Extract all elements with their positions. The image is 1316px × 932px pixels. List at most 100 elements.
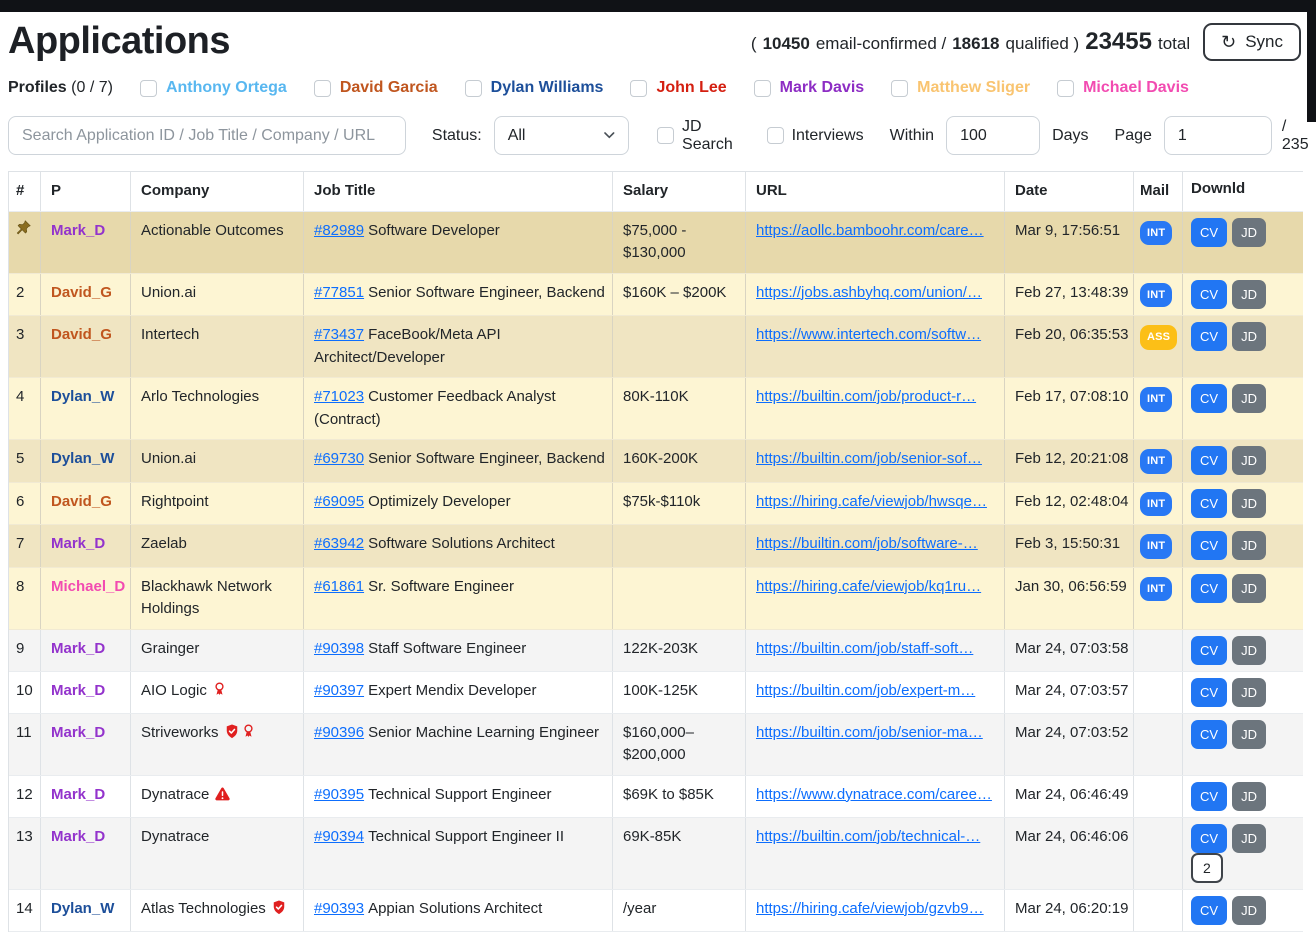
profile-tag[interactable]: Dylan_W — [51, 388, 114, 405]
pin-icon[interactable] — [16, 220, 31, 243]
cv-download-button[interactable]: CV — [1191, 720, 1227, 749]
profile-tag[interactable]: David_G — [51, 326, 112, 343]
job-id-link[interactable]: #90396 — [314, 724, 364, 741]
url-link[interactable]: https://builtin.com/job/senior-ma… — [756, 724, 983, 741]
sync-button[interactable]: ↻ Sync — [1203, 23, 1301, 61]
profile-tag[interactable]: Mark_D — [51, 640, 105, 657]
profile-tag[interactable]: Mark_D — [51, 828, 105, 845]
column-header-num[interactable]: # — [9, 172, 41, 211]
profile-tag[interactable]: Mark_D — [51, 682, 105, 699]
job-id-link[interactable]: #90397 — [314, 682, 364, 699]
jd-download-button[interactable]: JD — [1232, 678, 1266, 707]
profile-tag[interactable]: Mark_D — [51, 786, 105, 803]
url-link[interactable]: https://builtin.com/job/staff-soft… — [756, 640, 973, 657]
profile-name[interactable]: Matthew Sliger — [917, 79, 1030, 97]
jd-download-button[interactable]: JD — [1232, 782, 1266, 811]
status-select[interactable]: All — [494, 116, 629, 155]
profile-name[interactable]: Michael Davis — [1083, 79, 1189, 97]
jd-download-button[interactable]: JD — [1232, 574, 1266, 603]
cv-download-button[interactable]: CV — [1191, 218, 1227, 247]
column-header-jobtitle[interactable]: Job Title — [304, 172, 613, 211]
jd-download-button[interactable]: JD — [1232, 531, 1266, 560]
jd-download-button[interactable]: JD — [1232, 489, 1266, 518]
cv-download-button[interactable]: CV — [1191, 322, 1227, 351]
cv-download-button[interactable]: CV — [1191, 824, 1227, 853]
profile-name[interactable]: John Lee — [656, 79, 726, 97]
url-link[interactable]: https://www.intertech.com/softw… — [756, 326, 981, 343]
job-id-link[interactable]: #69730 — [314, 450, 364, 467]
profile-name[interactable]: Anthony Ortega — [166, 79, 287, 97]
cv-download-button[interactable]: CV — [1191, 678, 1227, 707]
job-id-link[interactable]: #90394 — [314, 828, 364, 845]
job-id-link[interactable]: #77851 — [314, 284, 364, 301]
cv-download-button[interactable]: CV — [1191, 446, 1227, 475]
column-header-url[interactable]: URL — [746, 172, 1005, 211]
jd-download-button[interactable]: JD — [1232, 322, 1266, 351]
profile-checkbox[interactable] — [754, 80, 771, 97]
search-input[interactable] — [8, 116, 406, 155]
job-id-link[interactable]: #61861 — [314, 578, 364, 595]
url-link[interactable]: https://builtin.com/job/expert-m… — [756, 682, 975, 699]
profile-tag[interactable]: Michael_D — [51, 578, 125, 595]
profile-name[interactable]: Mark Davis — [780, 79, 865, 97]
profile-checkbox[interactable] — [630, 80, 647, 97]
jd-download-button[interactable]: JD — [1232, 384, 1266, 413]
job-id-link[interactable]: #90398 — [314, 640, 364, 657]
url-link[interactable]: https://builtin.com/job/senior-sof… — [756, 450, 982, 467]
url-link[interactable]: https://hiring.cafe/viewjob/kq1ru… — [756, 578, 981, 595]
cv-download-button[interactable]: CV — [1191, 280, 1227, 309]
profile-tag[interactable]: David_G — [51, 284, 112, 301]
within-days-input[interactable] — [946, 116, 1040, 155]
url-link[interactable]: https://builtin.com/job/product-r… — [756, 388, 976, 405]
profile-tag[interactable]: Dylan_W — [51, 900, 114, 917]
profile-tag[interactable]: Mark_D — [51, 535, 105, 552]
profile-tag[interactable]: Dylan_W — [51, 450, 114, 467]
jd-search-checkbox[interactable] — [657, 127, 674, 144]
profile-checkbox[interactable] — [140, 80, 157, 97]
profile-checkbox[interactable] — [314, 80, 331, 97]
url-link[interactable]: https://aollc.bamboohr.com/care… — [756, 222, 984, 239]
profile-checkbox[interactable] — [1057, 80, 1074, 97]
profile-name[interactable]: Dylan Williams — [491, 79, 604, 97]
url-link[interactable]: https://hiring.cafe/viewjob/gzvb9… — [756, 900, 984, 917]
job-id-link[interactable]: #90395 — [314, 786, 364, 803]
column-header-profile[interactable]: P — [41, 172, 131, 211]
page-number-input[interactable] — [1164, 116, 1272, 155]
column-header-mail[interactable]: Mail — [1134, 172, 1183, 211]
cv-download-button[interactable]: CV — [1191, 489, 1227, 518]
jd-download-button[interactable]: JD — [1232, 636, 1266, 665]
cv-download-button[interactable]: CV — [1191, 531, 1227, 560]
job-id-link[interactable]: #69095 — [314, 493, 364, 510]
cv-download-button[interactable]: CV — [1191, 782, 1227, 811]
jd-download-button[interactable]: JD — [1232, 446, 1266, 475]
cv-download-button[interactable]: CV — [1191, 384, 1227, 413]
column-header-download[interactable]: Downld — [1183, 172, 1303, 211]
url-link[interactable]: https://jobs.ashbyhq.com/union/… — [756, 284, 982, 301]
profile-name[interactable]: David Garcia — [340, 79, 438, 97]
profile-checkbox[interactable] — [465, 80, 482, 97]
scrollbar-thumb[interactable] — [1307, 0, 1316, 122]
column-header-salary[interactable]: Salary — [613, 172, 746, 211]
profile-tag[interactable]: Mark_D — [51, 222, 105, 239]
job-id-link[interactable]: #82989 — [314, 222, 364, 239]
job-id-link[interactable]: #90393 — [314, 900, 364, 917]
cv-download-button[interactable]: CV — [1191, 574, 1227, 603]
url-link[interactable]: https://hiring.cafe/viewjob/hwsqe… — [756, 493, 987, 510]
jd-download-button[interactable]: JD — [1232, 720, 1266, 749]
cv-download-button[interactable]: CV — [1191, 896, 1227, 925]
url-link[interactable]: https://www.dynatrace.com/caree… — [756, 786, 992, 803]
job-id-link[interactable]: #73437 — [314, 326, 364, 343]
jd-download-button[interactable]: JD — [1232, 280, 1266, 309]
profile-tag[interactable]: Mark_D — [51, 724, 105, 741]
job-id-link[interactable]: #71023 — [314, 388, 364, 405]
jd-download-button[interactable]: JD — [1232, 824, 1266, 853]
interviews-checkbox[interactable] — [767, 127, 784, 144]
column-header-date[interactable]: Date — [1005, 172, 1134, 211]
profile-tag[interactable]: David_G — [51, 493, 112, 510]
jd-download-button[interactable]: JD — [1232, 218, 1266, 247]
url-link[interactable]: https://builtin.com/job/software-… — [756, 535, 978, 552]
duplicate-count-button[interactable]: 2 — [1191, 853, 1223, 883]
jd-download-button[interactable]: JD — [1232, 896, 1266, 925]
job-id-link[interactable]: #63942 — [314, 535, 364, 552]
column-header-company[interactable]: Company — [131, 172, 304, 211]
